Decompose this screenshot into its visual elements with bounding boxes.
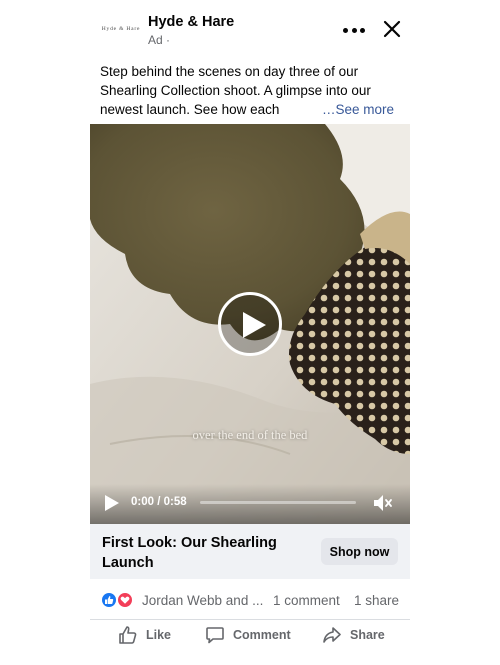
video-player[interactable]: over the end of the bed 0:00 / 0:58 <box>90 124 410 524</box>
post-caption: Step behind the scenes on day three of o… <box>100 62 400 119</box>
share-label: Share <box>350 628 385 642</box>
caption-line: Shearling Collection shoot. A glimpse in… <box>100 83 371 98</box>
play-icon <box>243 312 266 338</box>
share-button[interactable]: Share <box>322 622 385 648</box>
control-play-button[interactable] <box>104 494 120 512</box>
like-label: Like <box>146 628 172 642</box>
close-button[interactable] <box>381 18 403 40</box>
comment-icon <box>206 627 224 644</box>
video-progress-bar[interactable] <box>200 501 356 504</box>
thumbs-up-icon <box>119 626 137 644</box>
comments-count[interactable]: 1 comment <box>273 593 340 608</box>
shares-count[interactable]: 1 share <box>354 593 399 608</box>
play-icon <box>105 495 119 511</box>
logo-text: Hyde & Hare <box>101 26 141 32</box>
engagement-stats: Jordan Webb and ... 1 comment 1 share <box>90 580 410 620</box>
post-actions: Like Comment Share <box>90 620 410 650</box>
video-controls: 0:00 / 0:58 <box>90 484 410 524</box>
sponsored-label: Ad · <box>148 33 171 47</box>
shop-now-button[interactable]: Shop now <box>321 538 398 565</box>
share-icon <box>323 627 341 643</box>
see-more-link[interactable]: …See more <box>322 100 394 119</box>
more-options-button[interactable] <box>341 20 367 40</box>
more-icon <box>343 27 348 33</box>
cta-title[interactable]: First Look: Our Shearling Launch <box>102 533 302 573</box>
brand-logo[interactable]: Hyde & Hare <box>100 18 142 40</box>
reactions-summary[interactable] <box>100 591 138 609</box>
comment-button[interactable]: Comment <box>205 622 291 648</box>
video-subtitle: over the end of the bed <box>192 428 308 442</box>
caption-line: Step behind the scenes on day three of o… <box>100 64 359 79</box>
mute-button[interactable] <box>372 492 394 514</box>
video-time: 0:00 / 0:58 <box>131 496 187 508</box>
post-header: Hyde & Hare Hyde & Hare Ad · <box>90 0 410 60</box>
play-button[interactable] <box>218 292 282 356</box>
reactor-names[interactable]: Jordan Webb and ... <box>142 593 263 608</box>
like-reaction-icon <box>100 591 118 609</box>
cta-bar[interactable]: First Look: Our Shearling Launch Shop no… <box>90 524 410 579</box>
comment-label: Comment <box>233 628 291 642</box>
mute-icon <box>374 495 392 511</box>
like-button[interactable]: Like <box>118 622 171 648</box>
brand-name[interactable]: Hyde & Hare <box>148 14 234 30</box>
close-icon <box>383 20 401 38</box>
love-reaction-icon <box>116 591 134 609</box>
